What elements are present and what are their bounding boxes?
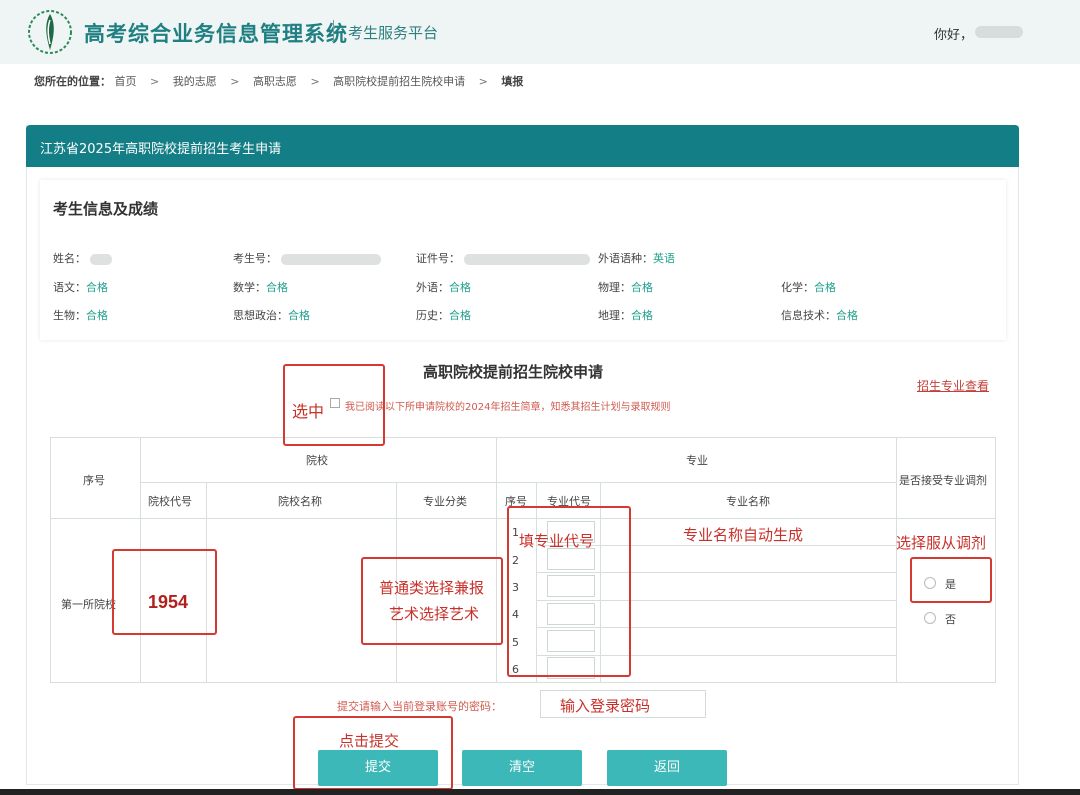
table-divider	[896, 437, 897, 683]
breadcrumb-separator: >	[310, 75, 320, 88]
header-accept-adjust: 是否接受专业调剂	[899, 474, 987, 487]
breadcrumb: 您所在的位置： 首页 > 我的志愿 > 高职志愿 > 高职院校提前招生院校申请 …	[34, 73, 523, 89]
header-school-code: 院校代号	[148, 495, 192, 508]
header-category: 专业分类	[423, 495, 467, 508]
annotation-fill-code: 填专业代号	[519, 532, 595, 550]
foreign-language-field: 外语语种：英语	[598, 252, 675, 265]
header-major-name: 专业名称	[726, 495, 770, 508]
grade-history: 历史：合格	[416, 309, 471, 322]
annotation-box-adjust	[910, 557, 992, 603]
back-button[interactable]: 返回	[607, 750, 727, 786]
id-number-field: 证件号：	[416, 250, 590, 266]
annotation-select: 选中	[292, 402, 325, 421]
title-divider	[333, 20, 334, 42]
annotation-choose-adjust: 选择服从调剂	[896, 534, 987, 552]
annotation-box-submit	[293, 716, 453, 790]
adjust-no-radio[interactable]	[924, 612, 936, 624]
panel-title: 江苏省2025年高职院校提前招生考生申请	[40, 142, 282, 157]
grade-geography: 地理：合格	[598, 309, 653, 322]
user-greeting: 你好，	[934, 28, 974, 43]
annotation-category-line2: 艺术选择艺术	[389, 605, 480, 623]
password-label: 提交请输入当前登录账号的密码：	[337, 700, 502, 713]
grade-biology: 生物：合格	[53, 309, 108, 322]
grade-it: 信息技术：合格	[781, 309, 858, 322]
breadcrumb-my-choices[interactable]: 我的志愿	[173, 75, 217, 88]
application-form-title: 高职院校提前招生院校申请	[423, 363, 604, 381]
view-majors-link[interactable]: 招生专业查看	[917, 377, 989, 394]
annotation-category-line1: 普通类选择兼报	[379, 579, 485, 597]
grade-chinese: 语文：合格	[53, 281, 108, 294]
breadcrumb-vocational-choices[interactable]: 高职志愿	[253, 75, 297, 88]
header-major-group: 专业	[686, 454, 708, 467]
blurred-username[interactable]	[975, 26, 1023, 38]
platform-title: 考生服务平台	[348, 24, 439, 42]
header-index: 序号	[83, 474, 105, 487]
row-label-first-school: 第一所院校	[61, 598, 116, 611]
annotation-box-category	[361, 557, 503, 645]
annotation-auto-name: 专业名称自动生成	[683, 526, 804, 544]
agree-text: 我已阅读以下所申请院校的2024年招生简章，知悉其招生计划与录取规则	[345, 402, 671, 413]
header-school-group: 院校	[306, 454, 328, 467]
breadcrumb-separator: >	[230, 75, 240, 88]
grade-math: 数学：合格	[233, 281, 288, 294]
annotation-click-submit: 点击提交	[339, 732, 400, 750]
breadcrumb-early-admission[interactable]: 高职院校提前招生院校申请	[333, 75, 465, 88]
breadcrumb-home[interactable]: 首页	[115, 75, 137, 88]
adjust-no-label: 否	[945, 613, 956, 626]
name-field: 姓名：	[53, 250, 112, 266]
exam-number-field: 考生号：	[233, 250, 381, 266]
student-info-title: 考生信息及成绩	[53, 200, 159, 218]
torch-logo-icon	[28, 10, 72, 54]
panel-header: 江苏省2025年高职院校提前招生考生申请	[26, 125, 1019, 167]
grade-foreign: 外语：合格	[416, 281, 471, 294]
breadcrumb-current: 填报	[501, 75, 524, 88]
header-school-name: 院校名称	[278, 495, 322, 508]
annotation-box-school-code	[112, 549, 217, 635]
breadcrumb-separator: >	[478, 75, 488, 88]
breadcrumb-separator: >	[150, 75, 160, 88]
grade-politics: 思想政治：合格	[233, 309, 310, 322]
breadcrumb-prefix: 您所在的位置：	[34, 75, 111, 88]
annotation-enter-password: 输入登录密码	[560, 697, 651, 715]
grade-physics: 物理：合格	[598, 281, 653, 294]
clear-button[interactable]: 清空	[462, 750, 582, 786]
table-divider	[140, 482, 896, 483]
system-title: 高考综合业务信息管理系统	[84, 22, 348, 46]
grade-chemistry: 化学：合格	[781, 281, 836, 294]
bottom-bar	[0, 789, 1080, 795]
